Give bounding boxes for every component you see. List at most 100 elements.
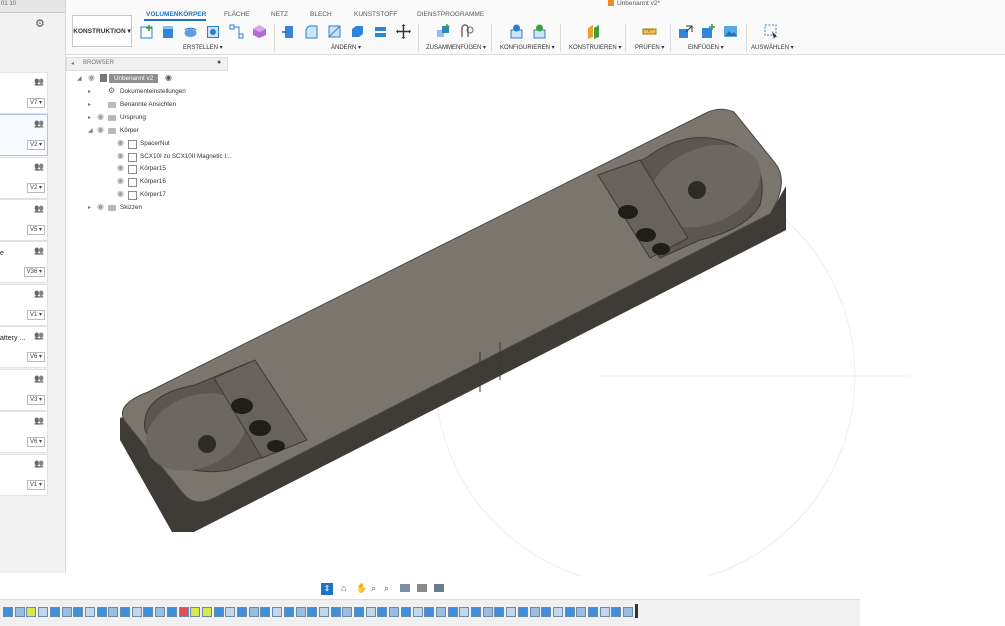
configure-icon[interactable] (532, 24, 547, 39)
timeline-feature[interactable] (178, 607, 189, 617)
timeline-feature[interactable] (73, 607, 84, 617)
timeline-feature[interactable] (400, 607, 411, 617)
data-panel-card[interactable]: 👥 V6 ▾ (0, 411, 48, 453)
version-dropdown[interactable]: V1 ▾ (26, 310, 45, 320)
press-pull-icon[interactable] (281, 24, 296, 39)
timeline-feature[interactable] (61, 607, 72, 617)
display-icon[interactable] (400, 584, 410, 592)
timeline-feature[interactable] (318, 607, 329, 617)
combine-icon[interactable] (373, 24, 388, 39)
create-form-icon[interactable] (252, 24, 267, 39)
shell-icon[interactable] (350, 24, 365, 39)
timeline-feature[interactable] (588, 607, 598, 617)
timeline-feature[interactable] (459, 607, 470, 617)
version-dropdown[interactable]: V7 ▾ (26, 98, 45, 108)
joint-icon[interactable] (459, 24, 474, 39)
timeline-feature[interactable] (225, 607, 236, 617)
data-panel-card[interactable]: 👥 V5 ▾ (0, 199, 48, 241)
group-erstellen[interactable]: ERSTELLEN ▾ (183, 44, 223, 51)
group-konstruieren[interactable]: KONSTRUIEREN ▾ (569, 44, 621, 51)
timeline-feature[interactable] (354, 607, 364, 617)
timeline-feature[interactable] (494, 607, 505, 617)
group-konfigurieren[interactable]: KONFIGURIEREN ▾ (500, 44, 555, 51)
tab-netz[interactable]: NETZ (271, 11, 288, 18)
timeline-feature[interactable] (482, 607, 493, 617)
fillet-icon[interactable] (304, 24, 319, 39)
data-panel-card[interactable]: 👥 V1 ▾ (0, 454, 48, 496)
version-dropdown[interactable]: V1 ▾ (26, 480, 45, 490)
workspace-switcher[interactable]: KONSTRUKTION ▾ (72, 15, 132, 47)
version-dropdown[interactable]: V36 ▾ (23, 267, 45, 277)
timeline-feature[interactable] (108, 607, 119, 617)
new-component-icon[interactable] (436, 24, 451, 39)
timeline-feature[interactable] (576, 607, 587, 617)
group-pruefen[interactable]: PRÜFEN ▾ (635, 44, 664, 51)
version-dropdown[interactable]: V5 ▾ (26, 225, 45, 235)
timeline-feature[interactable] (26, 607, 37, 617)
timeline-feature[interactable] (377, 607, 388, 617)
version-dropdown[interactable]: V6 ▾ (26, 352, 45, 362)
data-panel-card[interactable]: 👥 V2 ▾ (0, 157, 48, 199)
timeline-feature[interactable] (517, 607, 528, 617)
group-auswaehlen[interactable]: AUSWÄHLEN ▾ (751, 44, 794, 51)
version-dropdown[interactable]: V3 ▾ (26, 395, 45, 405)
timeline-feature[interactable] (131, 607, 142, 617)
timeline-feature[interactable] (237, 607, 247, 617)
insert-derive-icon[interactable] (678, 24, 693, 39)
group-zusammenfuegen[interactable]: ZUSAMMENFÜGEN ▾ (426, 44, 486, 51)
timeline-feature[interactable] (365, 607, 376, 617)
timeline-feature[interactable] (248, 607, 259, 617)
viewport-icon[interactable] (434, 584, 444, 592)
timeline-feature[interactable] (272, 607, 283, 617)
viewport[interactable] (66, 56, 1005, 576)
revolve-icon[interactable] (183, 24, 198, 39)
timeline-feature[interactable] (201, 607, 212, 617)
insert-mesh-icon[interactable] (701, 24, 716, 39)
timeline-feature[interactable] (611, 607, 622, 617)
timeline-feature[interactable] (506, 607, 517, 617)
timeline-marker-icon[interactable] (634, 604, 638, 618)
version-dropdown[interactable]: V6 ▾ (26, 437, 45, 447)
timeline-feature[interactable] (166, 607, 177, 617)
tab-volumenkoerper[interactable]: VOLUMENKÖRPER (146, 11, 206, 18)
pan-icon[interactable]: ⌂ (341, 583, 346, 593)
timeline-feature[interactable] (529, 607, 540, 617)
orbit-icon[interactable]: ⇕ (321, 583, 333, 595)
group-aendern[interactable]: ÄNDERN ▾ (331, 44, 361, 51)
timeline-feature[interactable] (38, 607, 49, 617)
timeline-feature[interactable] (424, 607, 435, 617)
offset-plane-icon[interactable] (586, 24, 601, 39)
timeline-feature[interactable] (564, 607, 575, 617)
timeline-feature[interactable] (412, 607, 423, 617)
timeline-feature[interactable] (471, 607, 481, 617)
chamfer-icon[interactable] (327, 24, 342, 39)
timeline-feature[interactable] (295, 607, 306, 617)
pattern-icon[interactable] (229, 24, 244, 39)
timeline-feature[interactable] (96, 607, 107, 617)
data-panel-card[interactable]: 👥 V2 ▾ (0, 114, 48, 156)
version-dropdown[interactable]: V2 ▾ (26, 183, 45, 193)
extrude-icon[interactable] (161, 24, 176, 39)
timeline-feature[interactable] (435, 607, 446, 617)
create-sketch-icon[interactable] (140, 24, 155, 39)
select-icon[interactable] (764, 24, 779, 39)
move-icon[interactable] (396, 24, 411, 39)
measure-icon[interactable] (642, 24, 657, 39)
grid-icon[interactable] (417, 584, 427, 592)
tab-flaeche[interactable]: FLÄCHE (224, 11, 250, 18)
timeline-feature[interactable] (49, 607, 60, 617)
hand-icon[interactable]: ✋ (356, 583, 367, 594)
data-panel-card[interactable]: 👥 V1 ▾ (0, 284, 48, 326)
data-panel-card[interactable]: 👥 V7 ▾ (0, 72, 48, 114)
timeline-feature[interactable] (84, 607, 95, 617)
fit-icon[interactable]: ⌕ (384, 583, 389, 594)
timeline-feature[interactable] (541, 607, 552, 617)
timeline-feature[interactable] (143, 607, 154, 617)
timeline-feature[interactable] (342, 607, 353, 617)
timeline-feature[interactable] (213, 607, 224, 617)
zoom-icon[interactable]: ⌕ (371, 583, 376, 594)
version-dropdown[interactable]: V2 ▾ (26, 140, 45, 150)
timeline-feature[interactable] (283, 607, 294, 617)
timeline-feature[interactable] (14, 607, 25, 617)
timeline-feature[interactable] (307, 607, 318, 617)
